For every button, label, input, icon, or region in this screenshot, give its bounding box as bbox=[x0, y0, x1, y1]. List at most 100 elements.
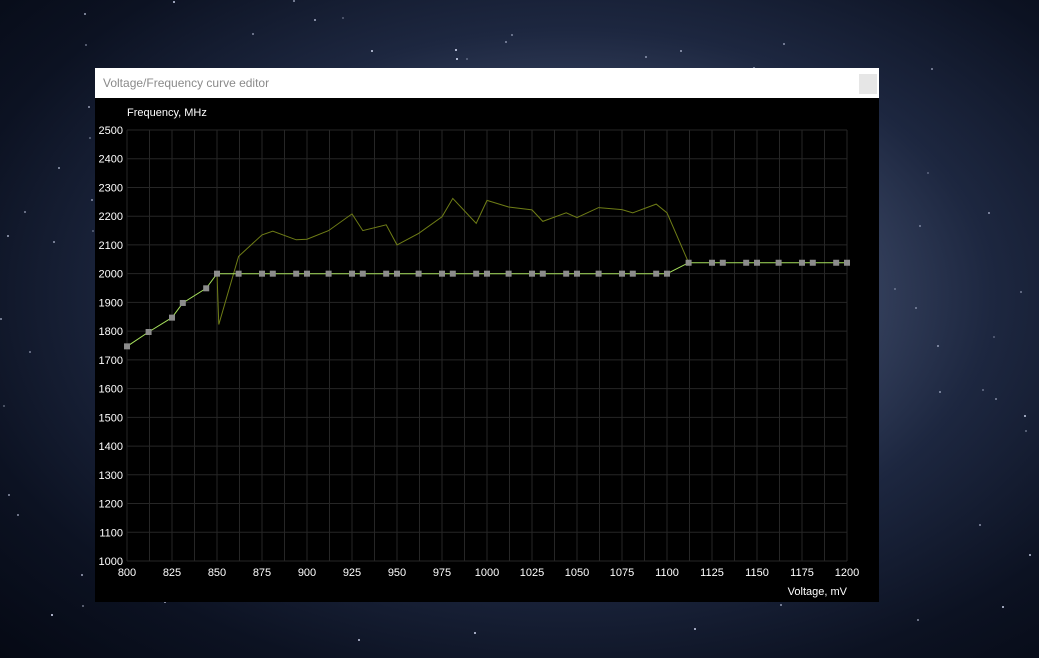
star bbox=[474, 632, 476, 634]
curve-point[interactable] bbox=[754, 259, 760, 266]
star bbox=[645, 56, 647, 58]
curve-point[interactable] bbox=[203, 285, 210, 292]
star bbox=[342, 17, 344, 19]
y-tick-label: 2100 bbox=[99, 240, 123, 252]
star bbox=[979, 524, 981, 526]
curve-point[interactable] bbox=[359, 270, 366, 277]
star bbox=[314, 19, 316, 21]
star bbox=[939, 391, 941, 393]
star bbox=[982, 389, 984, 391]
star bbox=[358, 639, 360, 641]
curve-point[interactable] bbox=[539, 270, 546, 277]
y-tick-label: 1600 bbox=[99, 384, 123, 396]
star bbox=[24, 211, 26, 213]
curve-editor-window[interactable]: Voltage/Frequency curve editor 800 825 850… bbox=[95, 68, 879, 602]
curve-point[interactable] bbox=[629, 270, 636, 277]
y-tick-label: 2500 bbox=[99, 125, 123, 137]
curve-point[interactable] bbox=[743, 259, 750, 266]
x-tick-label: 825 bbox=[163, 567, 181, 579]
star bbox=[995, 398, 997, 400]
star bbox=[931, 68, 933, 70]
vf-curve-chart[interactable]: 800 825 850 875 900 925 950 975 1000 1025 1050 1075… bbox=[95, 98, 879, 602]
star bbox=[91, 199, 93, 201]
curve-point[interactable] bbox=[653, 270, 660, 277]
curve-point[interactable] bbox=[415, 270, 422, 277]
curve-point[interactable] bbox=[259, 270, 265, 277]
star bbox=[1029, 554, 1031, 556]
star bbox=[84, 13, 86, 15]
curve-point[interactable] bbox=[124, 343, 130, 350]
curve-point[interactable] bbox=[595, 270, 602, 277]
curve-point[interactable] bbox=[619, 270, 625, 277]
star bbox=[1024, 415, 1026, 417]
window-title: Voltage/Frequency curve editor bbox=[103, 76, 270, 90]
star bbox=[252, 33, 254, 35]
star bbox=[85, 44, 87, 46]
star bbox=[7, 235, 9, 237]
star bbox=[88, 106, 90, 108]
curve-point[interactable] bbox=[484, 270, 490, 277]
curve-point[interactable] bbox=[775, 259, 782, 266]
star bbox=[680, 50, 682, 52]
curve-point[interactable] bbox=[574, 270, 580, 277]
curve-point[interactable] bbox=[394, 270, 400, 277]
curve-point[interactable] bbox=[145, 328, 152, 335]
curve-point[interactable] bbox=[799, 259, 805, 266]
star bbox=[81, 574, 83, 576]
y-tick-label: 1000 bbox=[99, 556, 123, 568]
curve-point[interactable] bbox=[325, 270, 332, 277]
curve-point[interactable] bbox=[529, 270, 535, 277]
curve-point[interactable] bbox=[685, 259, 692, 266]
star bbox=[3, 405, 5, 407]
curve-point[interactable] bbox=[833, 259, 840, 266]
curve-point[interactable] bbox=[169, 314, 175, 321]
x-tick-label: 900 bbox=[298, 567, 316, 579]
star bbox=[694, 628, 696, 630]
curve-point[interactable] bbox=[844, 259, 850, 266]
curve-point[interactable] bbox=[473, 270, 480, 277]
curve-point[interactable] bbox=[383, 270, 390, 277]
curve-point[interactable] bbox=[293, 270, 300, 277]
star bbox=[993, 336, 995, 338]
y-tick-label: 1100 bbox=[99, 527, 123, 539]
curve-point[interactable] bbox=[449, 270, 456, 277]
curve-point[interactable] bbox=[439, 270, 445, 277]
curve-point[interactable] bbox=[269, 270, 276, 277]
close-button[interactable] bbox=[859, 74, 877, 94]
star bbox=[917, 619, 919, 621]
star bbox=[173, 1, 175, 3]
star bbox=[937, 345, 939, 347]
star bbox=[1002, 606, 1004, 608]
curve-point[interactable] bbox=[809, 259, 816, 266]
curve-point[interactable] bbox=[235, 270, 242, 277]
star bbox=[58, 167, 60, 169]
y-tick-label: 1900 bbox=[99, 297, 123, 309]
curve-point[interactable] bbox=[505, 270, 512, 277]
y-tick-label: 2400 bbox=[99, 154, 123, 166]
x-tick-label: 1150 bbox=[745, 567, 769, 579]
y-tick-label: 1200 bbox=[99, 499, 123, 511]
curve-point[interactable] bbox=[349, 270, 355, 277]
y-tick-labels: 1000 1100 1200 1300 1400 1500 1600 1700 1800 1900… bbox=[99, 125, 123, 568]
curve-point[interactable] bbox=[563, 270, 570, 277]
title-bar[interactable]: Voltage/Frequency curve editor bbox=[95, 68, 879, 98]
star bbox=[51, 614, 53, 616]
curve-point[interactable] bbox=[664, 270, 670, 277]
x-tick-label: 1125 bbox=[700, 567, 724, 579]
curve-point[interactable] bbox=[214, 270, 220, 277]
star bbox=[1025, 430, 1027, 432]
curve-point[interactable] bbox=[179, 299, 186, 306]
star bbox=[780, 604, 782, 606]
star bbox=[511, 34, 513, 36]
y-tick-label: 1700 bbox=[99, 355, 123, 367]
x-tick-label: 1100 bbox=[655, 567, 679, 579]
x-tick-label: 1200 bbox=[835, 567, 859, 579]
x-tick-labels: 800 825 850 875 900 925 950 975 1000 1025 1050 1075… bbox=[118, 567, 859, 579]
curve-point[interactable] bbox=[304, 270, 310, 277]
x-tick-label: 800 bbox=[118, 567, 136, 579]
star bbox=[455, 49, 457, 51]
star bbox=[92, 230, 94, 232]
curve-point[interactable] bbox=[709, 259, 715, 266]
curve-point[interactable] bbox=[719, 259, 726, 266]
y-tick-label: 1300 bbox=[99, 470, 123, 482]
